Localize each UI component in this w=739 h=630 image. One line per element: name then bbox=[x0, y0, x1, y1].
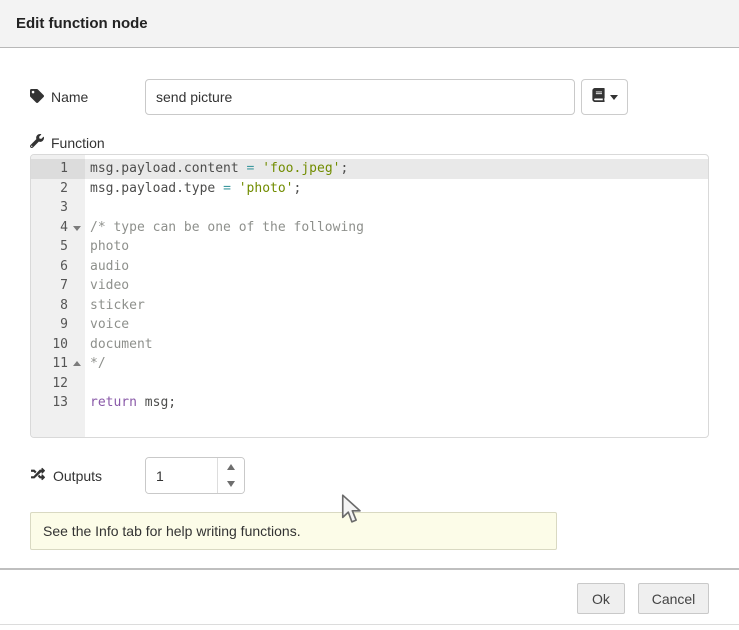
outputs-label: Outputs bbox=[30, 467, 145, 484]
line-number: 10 bbox=[31, 335, 85, 355]
fold-close-icon[interactable] bbox=[73, 361, 81, 366]
code-text: audio bbox=[85, 257, 708, 277]
spinner-buttons bbox=[217, 458, 244, 493]
code-line-13[interactable]: 13return msg; bbox=[31, 393, 708, 413]
shuffle-icon bbox=[30, 467, 46, 484]
line-number: 8 bbox=[31, 296, 85, 316]
code-text: video bbox=[85, 276, 708, 296]
arrow-up-icon bbox=[227, 464, 235, 470]
function-label-text: Function bbox=[51, 135, 105, 151]
line-number: 6 bbox=[31, 257, 85, 277]
code-line-10[interactable]: 10document bbox=[31, 335, 708, 355]
code-line-2[interactable]: 2msg.payload.type = 'photo'; bbox=[31, 179, 708, 199]
wrench-icon bbox=[30, 134, 44, 151]
arrow-down-icon bbox=[227, 481, 235, 487]
code-line-5[interactable]: 5photo bbox=[31, 237, 708, 257]
caret-down-icon bbox=[610, 95, 618, 100]
function-row-label: Function bbox=[30, 134, 709, 151]
code-text: sticker bbox=[85, 296, 708, 316]
code-line-12[interactable]: 12 bbox=[31, 374, 708, 394]
form-tip-text: See the Info tab for help writing functi… bbox=[43, 523, 301, 539]
code-text: return msg; bbox=[85, 393, 708, 413]
code-text: document bbox=[85, 335, 708, 355]
fold-open-icon[interactable] bbox=[73, 226, 81, 231]
code-line-4[interactable]: 4/* type can be one of the following bbox=[31, 218, 708, 238]
code-line-11[interactable]: 11*/ bbox=[31, 354, 708, 374]
ok-button[interactable]: Ok bbox=[577, 583, 625, 614]
line-number: 7 bbox=[31, 276, 85, 296]
code-line-9[interactable]: 9voice bbox=[31, 315, 708, 335]
code-text: msg.payload.type = 'photo'; bbox=[85, 179, 708, 199]
code-line-8[interactable]: 8sticker bbox=[31, 296, 708, 316]
line-number: 9 bbox=[31, 315, 85, 335]
cancel-button[interactable]: Cancel bbox=[638, 583, 709, 614]
dialog-header: Edit function node bbox=[0, 0, 739, 48]
code-text: /* type can be one of the following bbox=[85, 218, 708, 238]
dialog-title: Edit function node bbox=[16, 15, 148, 32]
footer-divider bbox=[0, 568, 739, 570]
line-number: 4 bbox=[31, 218, 85, 238]
code-text: */ bbox=[85, 354, 708, 374]
edit-function-node-dialog: Edit function node Name bbox=[0, 0, 739, 630]
line-number: 12 bbox=[31, 374, 85, 394]
line-number: 3 bbox=[31, 198, 85, 218]
footer-buttons: Ok Cancel bbox=[577, 583, 709, 614]
code-lines: 1msg.payload.content = 'foo.jpeg';2msg.p… bbox=[31, 155, 708, 413]
function-label: Function bbox=[30, 134, 145, 151]
code-text: msg.payload.content = 'foo.jpeg'; bbox=[85, 159, 708, 179]
name-label: Name bbox=[30, 89, 145, 106]
name-row: Name bbox=[30, 79, 709, 115]
code-line-3[interactable]: 3 bbox=[31, 198, 708, 218]
spinner-up-button[interactable] bbox=[218, 458, 244, 476]
outputs-label-text: Outputs bbox=[53, 468, 102, 484]
line-number: 13 bbox=[31, 393, 85, 413]
code-text bbox=[85, 198, 708, 218]
dialog-body: Name Function 1msg.payload.content = ' bbox=[0, 79, 739, 550]
outputs-spinner bbox=[145, 457, 245, 494]
line-number: 11 bbox=[31, 354, 85, 374]
code-text bbox=[85, 374, 708, 394]
outputs-input[interactable] bbox=[146, 458, 217, 493]
book-icon bbox=[592, 88, 605, 107]
function-code-editor[interactable]: 1msg.payload.content = 'foo.jpeg';2msg.p… bbox=[30, 154, 709, 438]
code-line-6[interactable]: 6audio bbox=[31, 257, 708, 277]
code-line-1[interactable]: 1msg.payload.content = 'foo.jpeg'; bbox=[31, 159, 708, 179]
name-label-text: Name bbox=[51, 89, 88, 105]
spinner-down-button[interactable] bbox=[218, 476, 244, 494]
line-number: 2 bbox=[31, 179, 85, 199]
tag-icon bbox=[30, 89, 44, 106]
line-number: 5 bbox=[31, 237, 85, 257]
name-input[interactable] bbox=[145, 79, 575, 115]
outputs-row: Outputs bbox=[30, 457, 709, 494]
code-text: photo bbox=[85, 237, 708, 257]
dialog-bottom-edge bbox=[0, 624, 739, 625]
form-tip: See the Info tab for help writing functi… bbox=[30, 512, 557, 550]
line-number: 1 bbox=[31, 159, 85, 179]
code-line-7[interactable]: 7video bbox=[31, 276, 708, 296]
library-button[interactable] bbox=[581, 79, 628, 115]
code-text: voice bbox=[85, 315, 708, 335]
